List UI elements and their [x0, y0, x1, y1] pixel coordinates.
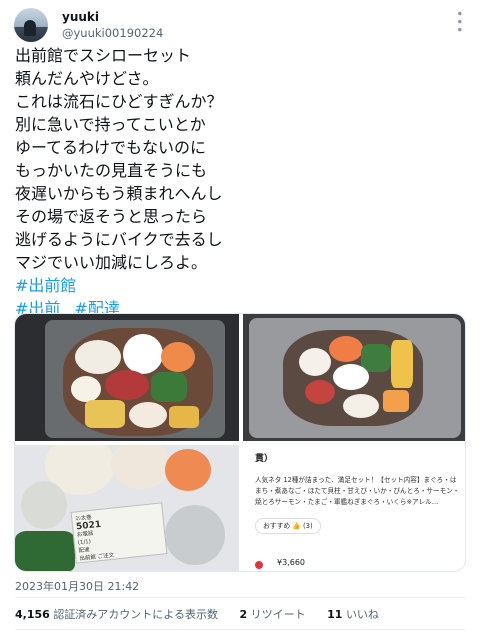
user-handle[interactable]: @yuuki00190224 [62, 26, 163, 40]
sushi-photo-1[interactable] [15, 314, 239, 441]
tweet-timestamp[interactable]: 2023年01月30日 21:42 [15, 578, 139, 594]
product-description: 人気ネタ 12種が詰まった、満足セット！【セット内容】まぐろ・はまち・煮あなご・… [255, 476, 460, 506]
hashtag-row: #出前館 [15, 274, 465, 297]
avatar[interactable] [14, 8, 48, 42]
tweet-header: yuuki @yuuki00190224 ••• [14, 8, 466, 42]
retweets-label: リツイート [250, 608, 306, 621]
sushi-photo-3[interactable]: ｽｼ太巻 5021 お電話 (1/1) 配達 出前館 ご注文 [15, 445, 239, 571]
recommend-label: おすすめ [263, 522, 291, 530]
divider [15, 629, 466, 630]
tweet-line: 逃げるようにバイクで去るし [15, 230, 223, 249]
media-grid: ｽｼ太巻 5021 お電話 (1/1) 配達 出前館 ご注文 貫） 人気ネタ 1… [14, 313, 466, 572]
divider [15, 597, 466, 598]
tweet-line: もっかいたの見直そうにも [15, 161, 208, 180]
tweet-line: マジでいい加減にしろよ。 [15, 253, 208, 272]
views-label: 認証済みアカウントによる表示数 [53, 608, 218, 621]
product-price: ¥3,660 [277, 558, 305, 567]
sushi-photo-2[interactable] [243, 314, 465, 441]
thumbs-up-icon: 👍 [292, 522, 301, 530]
tweet-line: ゆーてるわけでもないのに [15, 138, 207, 157]
tweet-stats: 4,156 認証済みアカウントによる表示数 2 リツイート 11 いいね [15, 606, 397, 622]
tweet-text: 出前館でスシローセット 頼んだんやけどさ。 これは流石にひどすぎんか？ 別に急い… [15, 44, 465, 320]
likes-label: いいね [345, 608, 379, 621]
hashtag-link[interactable]: #出前館 [15, 276, 76, 295]
tweet-line: 出前館でスシローセット [15, 46, 192, 65]
more-options-icon[interactable]: ••• [452, 10, 466, 34]
status-dot-icon [255, 561, 263, 569]
views-stat[interactable]: 4,156 認証済みアカウントによる表示数 [15, 608, 218, 621]
tweet-line: これは流石にひどすぎんか？ [15, 92, 223, 111]
retweets-stat[interactable]: 2 リツイート [239, 608, 305, 621]
tweet-line: 別に急いで持ってこいとか [15, 115, 206, 134]
product-title: 貫） [255, 454, 274, 464]
views-count: 4,156 [15, 608, 50, 621]
recommend-count: (3) [303, 522, 313, 530]
tweet-line: 夜遅いからもう頼まれへんし [15, 184, 223, 203]
order-page-screenshot[interactable]: 貫） 人気ネタ 12種が詰まった、満足セット！【セット内容】まぐろ・はまち・煮あ… [243, 445, 465, 571]
retweets-count: 2 [239, 608, 248, 621]
likes-stat[interactable]: 11 いいね [327, 608, 379, 621]
likes-count: 11 [327, 608, 343, 621]
tweet-line: その場で返そうと思ったら [15, 207, 208, 226]
display-name[interactable]: yuuki [62, 10, 99, 24]
recommend-chip: おすすめ 👍 (3) [255, 518, 321, 534]
tweet-line: 頼んだんやけどさ。 [15, 69, 159, 88]
delivery-label-sticker: ｽｼ太巻 5021 お電話 (1/1) 配達 出前館 ご注文 [70, 502, 168, 564]
